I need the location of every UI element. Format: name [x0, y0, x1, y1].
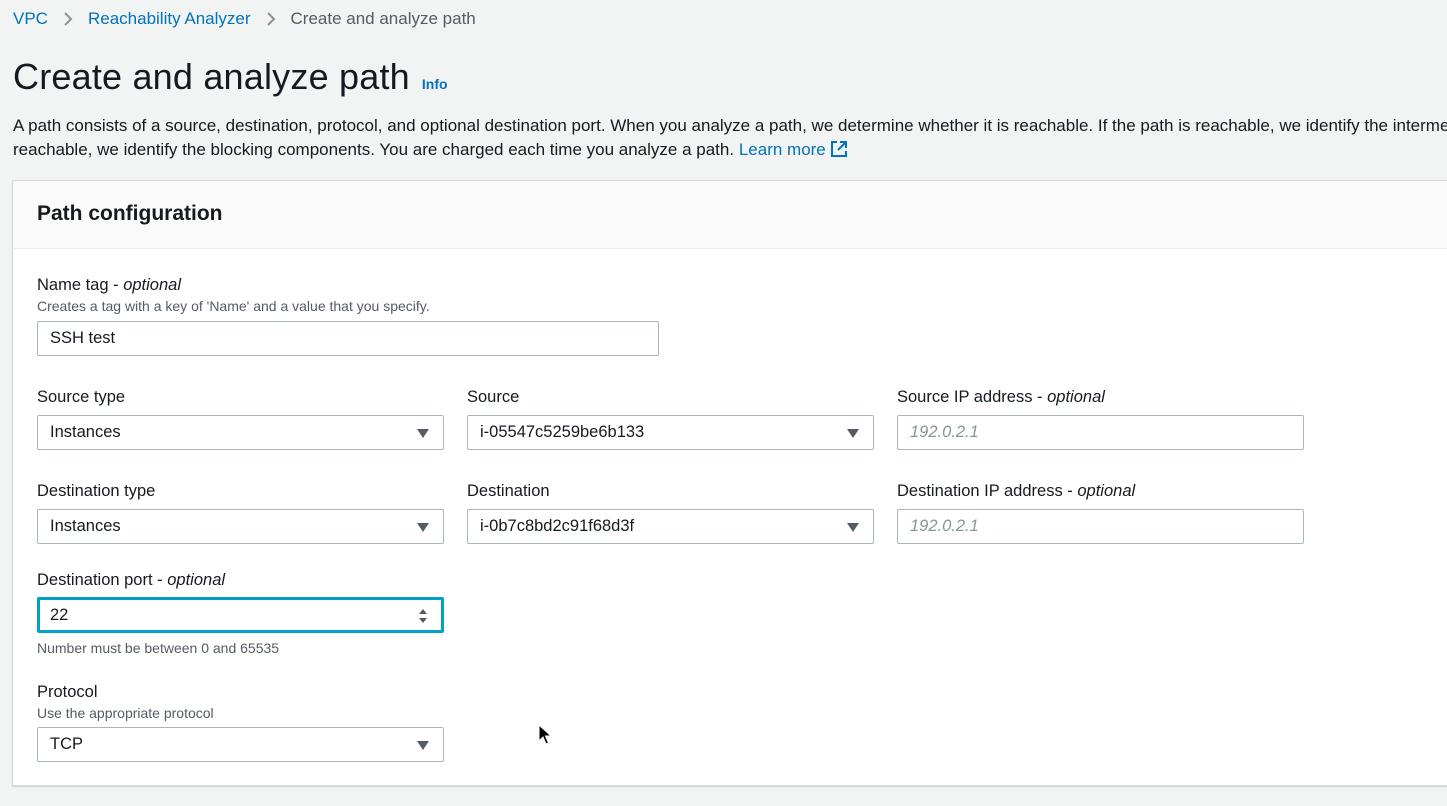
info-link[interactable]: Info [422, 76, 448, 92]
destination-ip-label: Destination IP address - optional [897, 482, 1135, 501]
breadcrumb-current: Create and analyze path [290, 9, 476, 28]
source-label: Source [467, 388, 520, 406]
destination-ip-placeholder: 192.0.2.1 [910, 517, 979, 535]
page-title: Create and analyze path [13, 56, 410, 97]
page-description: A path consists of a source, destination… [13, 114, 1447, 161]
destination-port-input[interactable]: 22 [37, 597, 444, 633]
number-stepper-icon[interactable] [418, 607, 428, 625]
protocol-description: Use the appropriate protocol [37, 705, 214, 721]
name-tag-label-text: Name tag - [37, 276, 124, 294]
external-link-icon [830, 140, 847, 157]
destination-type-value: Instances [50, 517, 121, 535]
panel-title: Path configuration [37, 202, 223, 225]
source-ip-label-text: Source IP address - [897, 388, 1048, 406]
name-tag-value: SSH test [50, 329, 116, 347]
source-value: i-05547c5259be6b133 [480, 423, 645, 441]
destination-port-label: Destination port - optional [37, 571, 225, 590]
destination-ip-input[interactable]: 192.0.2.1 [897, 509, 1304, 544]
chevron-right-icon [64, 12, 73, 26]
source-type-value: Instances [50, 423, 121, 441]
path-configuration-panel: Path configuration Name tag - optional C… [12, 180, 1447, 786]
destination-port-value: 22 [50, 605, 69, 624]
breadcrumb-reachability-analyzer-link[interactable]: Reachability Analyzer [88, 9, 251, 29]
caret-down-icon [417, 428, 429, 438]
name-tag-label: Name tag - optional [37, 276, 181, 295]
description-line-2: reachable, we identify the blocking comp… [13, 138, 1447, 162]
page-header: Create and analyze path Info [13, 56, 448, 98]
caret-down-icon [417, 740, 429, 750]
mouse-pointer-icon [538, 724, 552, 745]
caret-down-icon [417, 522, 429, 532]
destination-port-constraint: Number must be between 0 and 65535 [37, 640, 280, 656]
protocol-label: Protocol [37, 683, 98, 701]
source-type-select[interactable]: Instances [37, 415, 444, 450]
description-text: reachable, we identify the blocking comp… [13, 139, 735, 159]
source-ip-label: Source IP address - optional [897, 388, 1105, 407]
chevron-right-icon [266, 12, 275, 26]
source-select[interactable]: i-05547c5259be6b133 [467, 415, 874, 450]
name-tag-input[interactable]: SSH test [37, 321, 659, 356]
protocol-select[interactable]: TCP [37, 727, 444, 762]
destination-port-label-text: Destination port - [37, 571, 168, 589]
learn-more-link[interactable]: Learn more [739, 140, 848, 159]
breadcrumb: VPC Reachability Analyzer Create and ana… [13, 9, 476, 29]
optional-text: optional [167, 571, 226, 589]
destination-type-label: Destination type [37, 482, 156, 500]
optional-text: optional [1077, 482, 1136, 500]
source-ip-input[interactable]: 192.0.2.1 [897, 415, 1304, 450]
source-type-label: Source type [37, 388, 126, 406]
panel-header: Path configuration [13, 181, 1447, 249]
optional-text: optional [123, 276, 182, 294]
destination-select[interactable]: i-0b7c8bd2c91f68d3f [467, 509, 874, 544]
source-ip-placeholder: 192.0.2.1 [910, 423, 979, 441]
destination-ip-label-text: Destination IP address - [897, 482, 1078, 500]
destination-label: Destination [467, 482, 550, 500]
destination-value: i-0b7c8bd2c91f68d3f [480, 517, 635, 535]
learn-more-label: Learn more [738, 139, 826, 159]
name-tag-description: Creates a tag with a key of 'Name' and a… [37, 298, 430, 314]
caret-down-icon [847, 522, 859, 532]
description-line-1: A path consists of a source, destination… [13, 116, 1447, 135]
optional-text: optional [1047, 388, 1105, 406]
caret-down-icon [847, 428, 859, 438]
destination-type-select[interactable]: Instances [37, 509, 444, 544]
breadcrumb-vpc-link[interactable]: VPC [13, 9, 48, 29]
protocol-value: TCP [50, 735, 83, 753]
